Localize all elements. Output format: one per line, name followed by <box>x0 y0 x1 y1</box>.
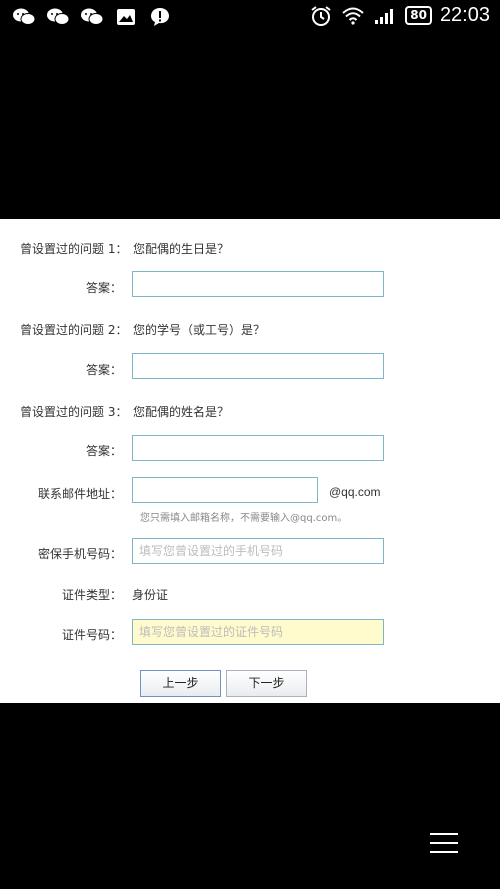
answer-1-label: 答案： <box>85 281 122 295</box>
previous-step-button[interactable]: 上一步 <box>140 670 221 697</box>
next-step-button[interactable]: 下一步 <box>226 670 307 697</box>
image-icon <box>114 6 138 28</box>
id-type-value: 身份证 <box>132 588 169 602</box>
question-3-label: 曾设置过的问题 3： <box>20 405 128 419</box>
id-number-input[interactable] <box>132 619 384 645</box>
answer-3-label: 答案： <box>85 444 122 458</box>
wifi-icon <box>341 5 365 27</box>
answer-2-label: 答案： <box>85 363 122 377</box>
chat-alert-icon <box>148 6 172 28</box>
email-field[interactable] <box>132 477 318 503</box>
alarm-icon <box>309 5 333 27</box>
question-2-label: 曾设置过的问题 2： <box>20 323 128 337</box>
phone-label: 密保手机号码： <box>37 547 122 561</box>
id-number-label: 证件号码： <box>61 628 122 642</box>
question-3-text: 您配偶的姓名是？ <box>133 405 230 419</box>
answer-2-input[interactable] <box>132 353 384 379</box>
security-verification-form: 曾设置过的问题 1： 您配偶的生日是？ 答案： 曾设置过的问题 2： 您的学号（… <box>0 219 500 703</box>
email-hint: 您只需填入邮箱名称，不需要输入@qq.com。 <box>140 513 348 524</box>
system-indicators: 80 22:03 <box>309 4 490 27</box>
menu-line-2 <box>430 842 458 844</box>
phone-input[interactable] <box>132 538 384 564</box>
clock: 22:03 <box>439 4 490 26</box>
wechat-icon <box>46 6 70 28</box>
email-label: 联系邮件地址： <box>37 487 122 501</box>
id-type-label: 证件类型： <box>61 588 122 602</box>
question-1-text: 您配偶的生日是？ <box>133 242 230 256</box>
menu-line-3 <box>430 851 458 853</box>
signal-icon <box>373 5 397 27</box>
menu-icon[interactable] <box>430 831 458 855</box>
wechat-icon <box>12 6 36 28</box>
status-bar: 80 22:03 <box>0 0 500 36</box>
wechat-icon <box>80 6 104 28</box>
question-1-label: 曾设置过的问题 1： <box>20 242 128 256</box>
answer-3-input[interactable] <box>132 435 384 461</box>
answer-1-input[interactable] <box>132 271 384 297</box>
email-domain-suffix: @qq.com <box>329 485 381 499</box>
notification-icons <box>12 6 172 28</box>
menu-line-1 <box>430 833 458 835</box>
battery-icon: 80 <box>405 6 432 25</box>
question-2-text: 您的学号（或工号）是？ <box>133 323 266 337</box>
